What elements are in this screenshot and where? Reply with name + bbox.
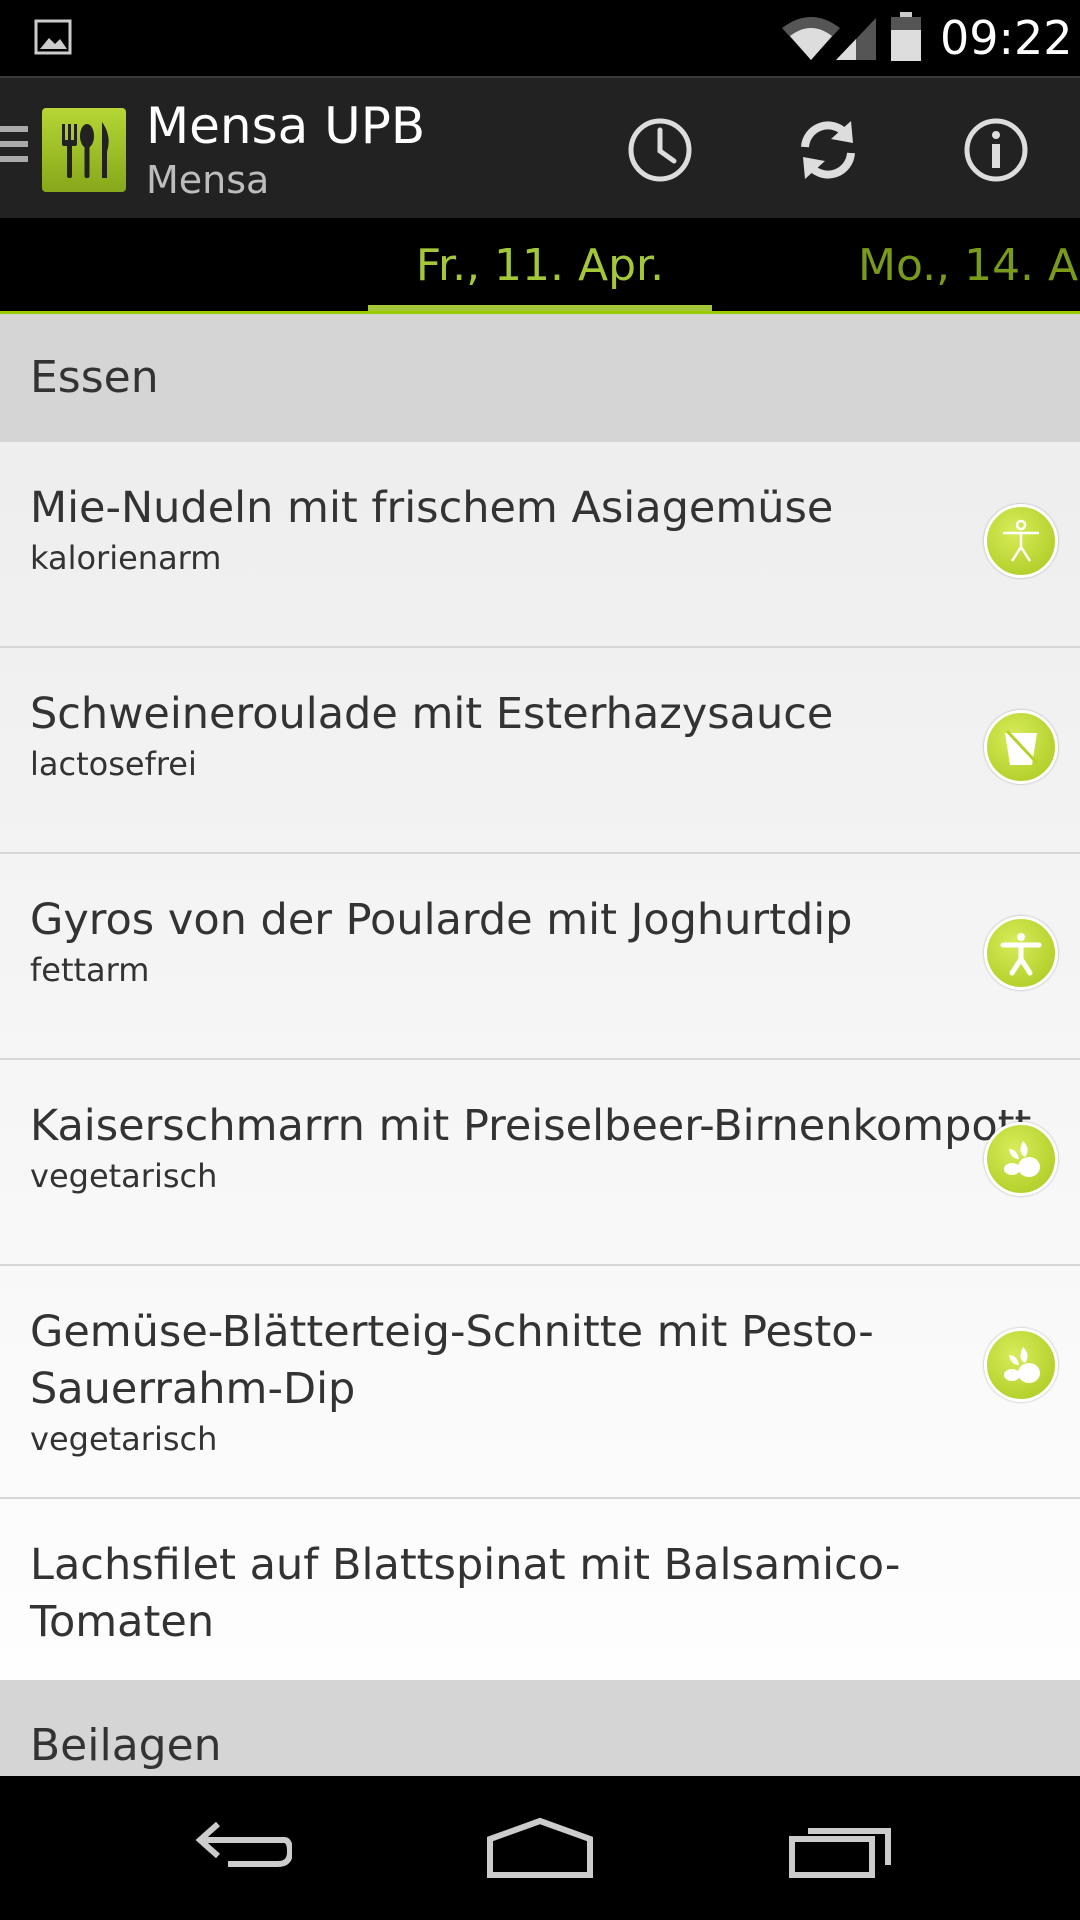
tab-label: Mo., 14. Apr. — [858, 240, 1080, 291]
wifi-icon — [780, 14, 842, 62]
section-header-essen: Essen — [0, 314, 1080, 442]
app-subtitle: Mensa — [146, 158, 270, 202]
app-title: Mensa UPB — [146, 97, 426, 155]
image-notification-icon — [34, 18, 74, 58]
tab-label: Fr., 11. Apr. — [415, 240, 665, 291]
back-icon[interactable] — [180, 1812, 300, 1884]
app-logo-icon[interactable] — [42, 108, 126, 192]
list-item[interactable]: Gyros von der Poularde mit Joghurtdip fe… — [0, 854, 1080, 1060]
home-icon[interactable] — [480, 1812, 600, 1884]
list-item[interactable]: Lachsfilet auf Blattspinat mit Balsamico… — [0, 1499, 1080, 1682]
battery-icon — [890, 12, 922, 62]
meal-name: Mie-Nudeln mit frischem Asiagemüse — [30, 483, 834, 533]
signal-icon — [834, 14, 878, 62]
status-bar: 09:22 — [0, 0, 1080, 76]
tab-indicator — [368, 305, 712, 311]
recent-apps-icon[interactable] — [780, 1812, 900, 1884]
section-header-beilagen: Beilagen — [0, 1682, 1080, 1776]
meal-list[interactable]: Essen Mie-Nudeln mit frischem Asiagemüse… — [0, 314, 1080, 1776]
lactosefrei-icon — [984, 710, 1058, 784]
tab-mo-14-apr[interactable]: Mo., 14. Apr. — [858, 218, 1080, 311]
tab-fr-11-apr[interactable]: Fr., 11. Apr. — [368, 218, 712, 311]
meal-name: Kaiserschmarrn mit Preiselbeer-Birnenkom… — [30, 1101, 1032, 1151]
list-item[interactable]: Schweineroulade mit Esterhazysauce lacto… — [0, 648, 1080, 854]
meal-tag: kalorienarm — [30, 539, 222, 577]
list-item[interactable]: Mie-Nudeln mit frischem Asiagemüse kalor… — [0, 442, 1080, 648]
clock-icon[interactable] — [618, 108, 702, 192]
kalorienarm-icon — [984, 504, 1058, 578]
date-tabs: Fr., 11. Apr. Mo., 14. Apr. — [0, 218, 1080, 314]
drawer-indicator-icon[interactable] — [0, 126, 28, 170]
status-time: 09:22 — [940, 11, 1073, 65]
meal-name: Gemüse-Blätterteig-Schnitte mit Pesto-Sa… — [30, 1307, 874, 1414]
meal-tag: vegetarisch — [30, 1157, 218, 1195]
info-icon[interactable] — [954, 108, 1038, 192]
refresh-icon[interactable] — [786, 108, 870, 192]
meal-tag: fettarm — [30, 951, 150, 989]
list-item[interactable]: Gemüse-Blätterteig-Schnitte mit Pesto-Sa… — [0, 1266, 1080, 1499]
list-item[interactable]: Kaiserschmarrn mit Preiselbeer-Birnenkom… — [0, 1060, 1080, 1266]
fettarm-icon — [984, 916, 1058, 990]
meal-name: Lachsfilet auf Blattspinat mit Balsamico… — [30, 1540, 901, 1647]
meal-name: Schweineroulade mit Esterhazysauce — [30, 689, 834, 739]
meal-tag: lactosefrei — [30, 745, 197, 783]
vegetarian-icon — [984, 1328, 1058, 1402]
navigation-bar — [0, 1776, 1080, 1920]
action-bar: Mensa UPB Mensa — [0, 76, 1080, 218]
meal-tag: vegetarisch — [30, 1420, 218, 1458]
meal-name: Gyros von der Poularde mit Joghurtdip — [30, 895, 853, 945]
vegetarian-icon — [984, 1122, 1058, 1196]
